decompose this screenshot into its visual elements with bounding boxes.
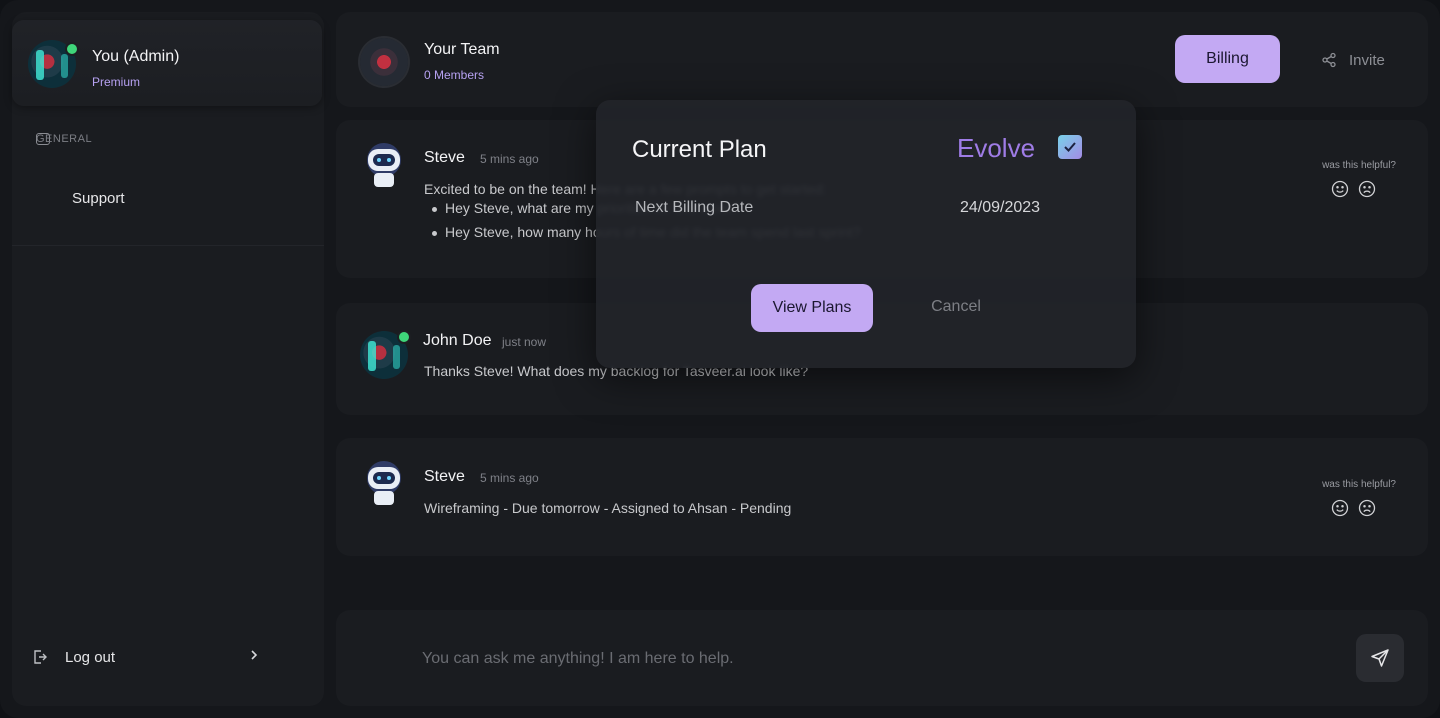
sender-name: Steve xyxy=(424,149,465,166)
team-avatar xyxy=(360,38,408,86)
smile-icon[interactable] xyxy=(1331,180,1349,198)
check-icon xyxy=(1064,142,1076,152)
invite-label: Invite xyxy=(1349,52,1385,69)
section-label-general: GENERAL xyxy=(36,133,93,145)
share-icon xyxy=(1322,52,1336,68)
team-member-count[interactable]: 0 Members xyxy=(424,68,484,82)
frown-icon[interactable] xyxy=(1358,180,1376,198)
sidebar-item-support[interactable]: Support xyxy=(72,190,125,207)
message-time: 5 mins ago xyxy=(480,471,539,485)
billing-button[interactable]: Billing xyxy=(1175,35,1280,83)
team-name: Your Team xyxy=(424,41,500,58)
message-composer xyxy=(336,610,1428,706)
online-status-dot xyxy=(397,330,411,344)
send-button[interactable] xyxy=(1356,634,1404,682)
user-name: You (Admin) xyxy=(92,48,180,65)
next-billing-date: 24/09/2023 xyxy=(960,199,1041,216)
user-plan-badge: Premium xyxy=(92,75,141,89)
chevron-right-icon xyxy=(251,650,258,660)
view-plans-button[interactable]: View Plans xyxy=(751,284,873,332)
smile-icon[interactable] xyxy=(1331,499,1349,517)
frown-icon[interactable] xyxy=(1358,499,1376,517)
helpful-label: was this helpful? xyxy=(1322,160,1396,171)
bot-avatar-icon xyxy=(367,461,401,505)
online-status-dot xyxy=(65,42,79,56)
bot-avatar-icon xyxy=(367,143,401,187)
modal-title: Current Plan xyxy=(632,136,767,163)
plan-name: Evolve xyxy=(957,133,1036,163)
app-frame: You (Admin) Premium GENERAL Support Log … xyxy=(0,0,1440,718)
cancel-button[interactable]: Cancel xyxy=(906,298,1006,316)
chat-input[interactable] xyxy=(420,646,1304,672)
current-plan-modal: Current Plan Evolve Next Billing Date 24… xyxy=(596,100,1136,368)
plan-checkbox[interactable] xyxy=(1058,135,1082,159)
message-time: 5 mins ago xyxy=(480,152,539,166)
next-billing-label: Next Billing Date xyxy=(635,199,754,216)
sidebar-divider xyxy=(12,245,324,246)
send-icon xyxy=(1371,649,1389,667)
message-text: Wireframing - Due tomorrow - Assigned to… xyxy=(424,500,792,516)
helpful-label: was this helpful? xyxy=(1322,479,1396,490)
sender-name: Steve xyxy=(424,468,465,485)
message-card: Steve 5 mins ago Wireframing - Due tomor… xyxy=(336,438,1428,556)
logout-label: Log out xyxy=(65,649,116,666)
sender-name: John Doe xyxy=(423,332,492,349)
user-card[interactable]: You (Admin) Premium xyxy=(12,20,322,106)
invite-button[interactable]: Invite xyxy=(1321,50,1401,72)
sidebar: You (Admin) Premium GENERAL Support Log … xyxy=(12,12,324,706)
logout-button[interactable]: Log out xyxy=(32,646,262,670)
logout-icon xyxy=(34,650,47,664)
message-time: just now xyxy=(502,335,547,349)
team-header: Your Team 0 Members Billing Invite xyxy=(336,12,1428,107)
